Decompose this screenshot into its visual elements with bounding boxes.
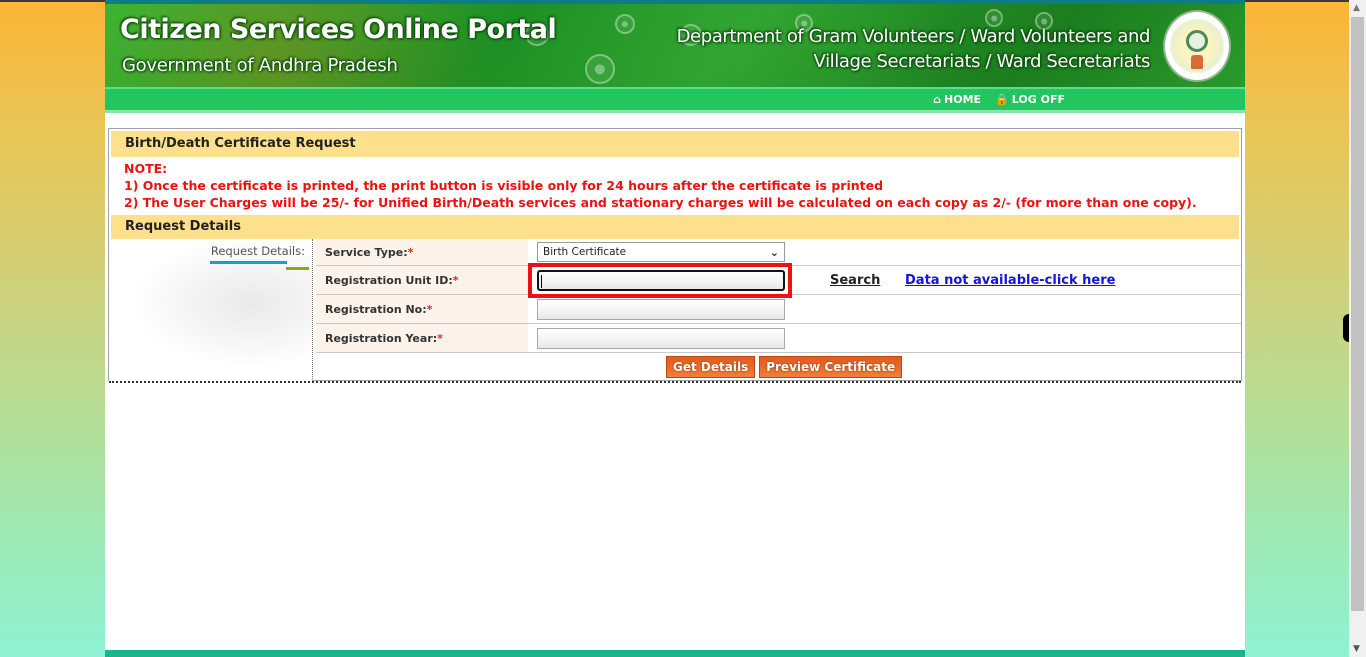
side-label-underline-blue xyxy=(210,261,287,264)
nav-home-label: HOME xyxy=(944,93,982,106)
panel-title: Birth/Death Certificate Request xyxy=(111,131,1239,157)
registration-no-control xyxy=(537,295,785,323)
get-details-button[interactable]: Get Details xyxy=(666,356,756,378)
vertical-scrollbar[interactable]: ▲ ▼ xyxy=(1349,0,1366,657)
form-row-registration-no: Registration No: * xyxy=(316,295,1241,324)
registration-unit-id-control xyxy=(528,263,792,298)
text-caret xyxy=(541,274,542,288)
side-label-underline-green xyxy=(286,267,309,270)
form-rows: Service Type: * Birth Certificate ⌄ Regis… xyxy=(316,239,1241,353)
scroll-up-arrow-icon[interactable]: ▲ xyxy=(1353,3,1360,13)
form-side-label-column: Request Details: xyxy=(109,239,313,381)
decorative-person-icon xyxy=(615,14,635,34)
required-marker: * xyxy=(437,331,443,345)
scroll-down-arrow-icon[interactable]: ▼ xyxy=(1353,644,1360,654)
home-icon: ⌂ xyxy=(933,93,942,106)
form-row-registration-year: Registration Year: * xyxy=(316,324,1241,353)
side-label: Request Details: xyxy=(210,244,305,258)
preview-certificate-button[interactable]: Preview Certificate xyxy=(759,356,903,378)
registration-no-label: Registration No: * xyxy=(316,295,528,323)
data-not-available-link[interactable]: Data not available-click here xyxy=(905,266,1115,294)
department-name: Department of Gram Volunteers / Ward Vol… xyxy=(676,24,1151,74)
search-link[interactable]: Search xyxy=(830,266,880,294)
note-title: NOTE: xyxy=(124,161,168,176)
note-block: NOTE: 1) Once the certificate is printed… xyxy=(109,157,1241,215)
registration-year-label: Registration Year: * xyxy=(316,324,528,352)
portal-subtitle: Government of Andhra Pradesh xyxy=(122,55,398,76)
department-line-1: Department of Gram Volunteers / Ward Vol… xyxy=(676,26,1151,47)
nav-logoff-label: LOG OFF xyxy=(1011,93,1065,106)
service-type-value: Birth Certificate xyxy=(543,246,627,258)
nav-home-link[interactable]: ⌂ HOME xyxy=(933,93,981,106)
registration-no-input[interactable] xyxy=(537,298,785,320)
scrollbar-thumb[interactable] xyxy=(1351,17,1364,611)
service-type-control: Birth Certificate ⌄ xyxy=(537,239,785,265)
state-emblem-icon xyxy=(1163,10,1231,82)
note-line-1: 1) Once the certificate is printed, the … xyxy=(124,178,884,193)
lock-icon: 🔒 xyxy=(995,93,1009,106)
service-type-select[interactable]: Birth Certificate ⌄ xyxy=(537,242,785,262)
header-banner: Citizen Services Online Portal Governmen… xyxy=(105,0,1245,87)
note-line-2: 2) The User Charges will be 25/- for Uni… xyxy=(124,195,1197,210)
service-type-label: Service Type: * xyxy=(316,239,528,265)
registration-unit-id-label: Registration Unit ID: * xyxy=(316,266,528,294)
nav-logoff-link[interactable]: 🔒 LOG OFF xyxy=(995,93,1065,106)
emblem-lion-capital xyxy=(1191,55,1203,69)
certificate-request-panel: Birth/Death Certificate Request NOTE: 1)… xyxy=(108,128,1242,383)
required-marker: * xyxy=(426,302,433,316)
registration-no-label-text: Registration No: xyxy=(325,302,427,316)
form-actions: Get Details Preview Certificate xyxy=(666,356,903,378)
section-title-request-details: Request Details xyxy=(111,215,1239,239)
required-marker: * xyxy=(452,273,459,287)
top-nav-bar: ⌂ HOME 🔒 LOG OFF xyxy=(105,87,1245,113)
page-content: Citizen Services Online Portal Governmen… xyxy=(105,0,1245,657)
service-type-label-text: Service Type: xyxy=(325,245,408,259)
chevron-down-icon: ⌄ xyxy=(769,245,779,259)
form-bottom-border xyxy=(109,381,1241,383)
portal-title: Citizen Services Online Portal xyxy=(120,14,557,45)
registration-unit-id-input[interactable] xyxy=(537,269,785,291)
form-row-service-type: Service Type: * Birth Certificate ⌄ xyxy=(316,239,1241,266)
registration-year-control xyxy=(537,324,785,352)
department-line-2: Village Secretariats / Ward Secretariats xyxy=(813,51,1151,72)
footer-bar xyxy=(105,650,1245,657)
request-form: Request Details: Service Type: * Birth Ce… xyxy=(109,239,1241,385)
form-row-registration-unit-id: Registration Unit ID: * Search Data not a… xyxy=(316,263,1241,298)
emblem-chakra xyxy=(1186,29,1208,52)
registration-unit-id-label-text: Registration Unit ID: xyxy=(325,273,453,287)
required-marker: * xyxy=(407,245,414,259)
registration-year-input[interactable] xyxy=(537,327,785,349)
registration-year-label-text: Registration Year: xyxy=(325,331,438,345)
decorative-person-icon xyxy=(585,54,615,84)
